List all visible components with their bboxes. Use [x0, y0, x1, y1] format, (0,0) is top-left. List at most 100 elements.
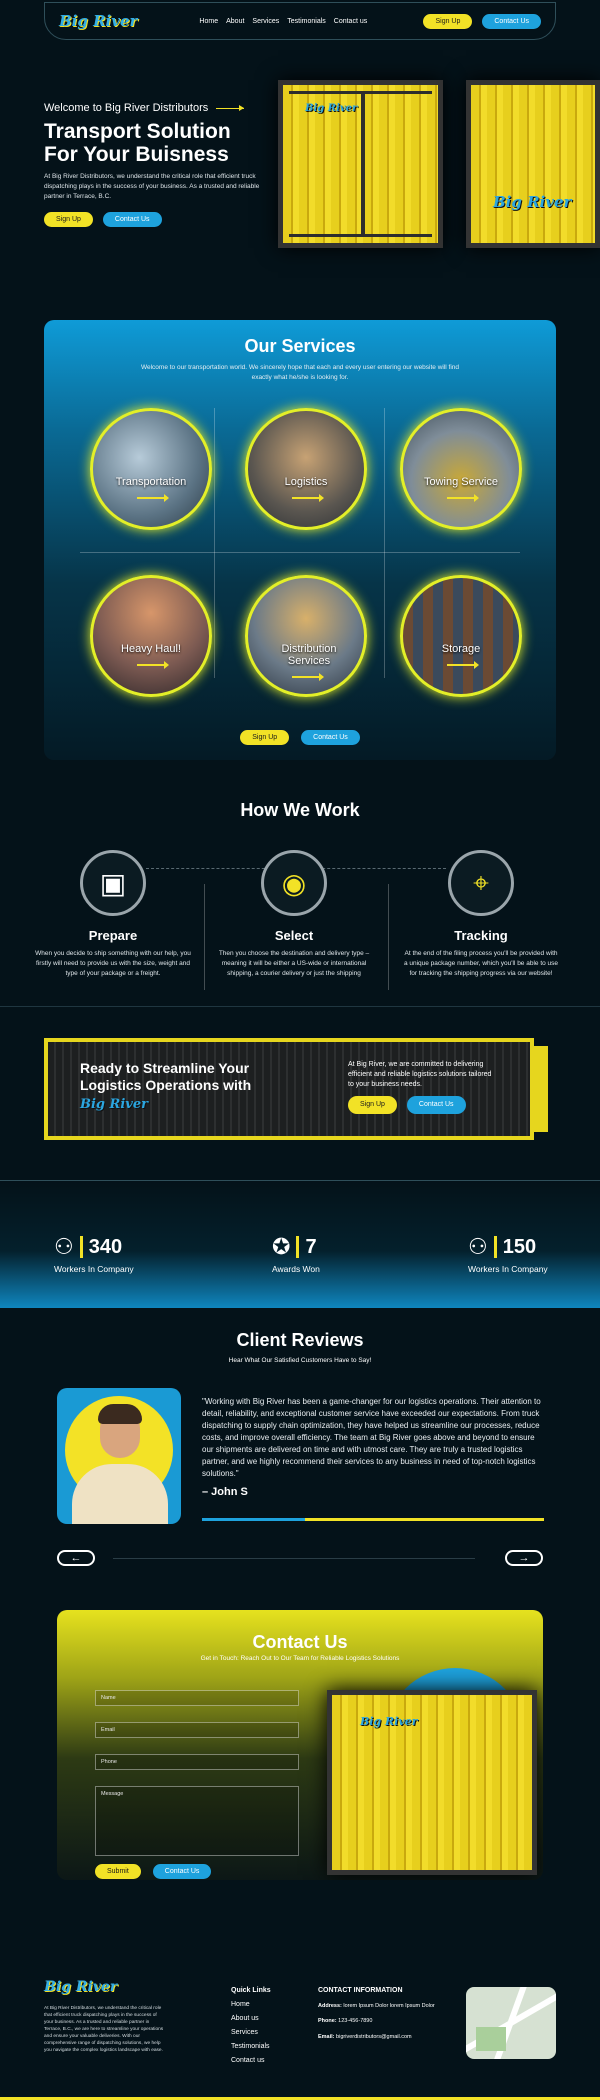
footer-link-services[interactable]: Services — [231, 2026, 271, 2040]
service-logistics[interactable]: Logistics — [245, 408, 367, 530]
phone-field[interactable]: Phone — [95, 1754, 299, 1770]
stat-awards: ✪ 7 Awards Won — [272, 1234, 320, 1274]
footer-link-contact[interactable]: Contact us — [231, 2054, 271, 2068]
stat-label: Awards Won — [272, 1264, 320, 1274]
reviews-section: Client Reviews Hear What Our Satisfied C… — [0, 1330, 600, 1566]
review-progress — [202, 1518, 544, 1521]
nav-contact-button[interactable]: Contact Us — [482, 13, 541, 29]
how-we-work-section: How We Work ▣ Prepare When you decide to… — [0, 800, 600, 990]
box-icon: ▣ — [80, 850, 146, 916]
hero-welcome-text: Welcome to Big River Distributors — [44, 102, 209, 114]
hero-title-line1: Transport Solution — [44, 120, 231, 143]
container-logo-2: Big River — [493, 193, 572, 211]
hero-signup-button[interactable]: Sign Up — [44, 212, 93, 227]
nav-link-services[interactable]: Services — [252, 18, 279, 25]
hero-welcome: Welcome to Big River Distributors — [44, 102, 264, 114]
services-cta: Sign Up Contact Us — [44, 730, 556, 745]
slider-track — [113, 1558, 475, 1559]
service-heavy-haul[interactable]: Heavy Haul! — [90, 575, 212, 697]
hero-contact-button[interactable]: Contact Us — [102, 212, 162, 227]
contact-section: Contact Us Get in Touch: Reach Out to Ou… — [57, 1610, 543, 1880]
stat-workers: ⚇ 340 Workers In Company — [54, 1234, 134, 1274]
contact-info-title: CONTACT INFORMATION — [318, 1987, 403, 1994]
message-field[interactable]: Message — [95, 1786, 299, 1856]
banner-desc: At Big River, we are committed to delive… — [348, 1060, 498, 1114]
email-label: Email: — [318, 2034, 335, 2040]
reviews-title: Client Reviews — [236, 1330, 364, 1350]
stat-value: 7 — [305, 1235, 317, 1258]
nav-signup-button[interactable]: Sign Up — [423, 13, 473, 29]
phone-value: 123-456-7890 — [338, 2018, 373, 2024]
services-contact-button[interactable]: Contact Us — [301, 730, 360, 745]
service-towing[interactable]: Towing Service — [400, 408, 522, 530]
review-author: – John S — [202, 1486, 248, 1498]
map[interactable] — [466, 1987, 556, 2059]
next-arrow-icon[interactable]: → — [505, 1550, 543, 1566]
footer-link-home[interactable]: Home — [231, 1998, 271, 2012]
step-text: At the end of the filing process you'll … — [403, 950, 559, 977]
email-field[interactable]: Email — [95, 1722, 299, 1738]
arrow-right-icon — [137, 494, 169, 502]
nav-links: Home About Services Testimonials Contact… — [199, 18, 367, 25]
arrow-right-icon — [137, 661, 169, 669]
banner-signup-button[interactable]: Sign Up — [348, 1096, 397, 1114]
hero-title: Transport Solution For Your Buisness — [44, 120, 264, 166]
step-text: Then you choose the destination and deli… — [218, 950, 370, 977]
footer-link-about[interactable]: About us — [231, 2012, 271, 2026]
step-tracking: ⌖ Tracking At the end of the filing proc… — [396, 850, 566, 979]
divider — [384, 408, 385, 678]
stat-label: Workers In Company — [468, 1264, 548, 1274]
footer-link-testimonials[interactable]: Testimonials — [231, 2040, 271, 2054]
tracking-target-icon: ⌖ — [448, 850, 514, 916]
brand-logo[interactable]: Big River — [59, 12, 137, 30]
banner-contact-button[interactable]: Contact Us — [406, 1096, 466, 1114]
service-storage[interactable]: Storage — [400, 575, 522, 697]
service-label: Transportation — [115, 475, 187, 488]
container-logo: Big River — [305, 103, 358, 114]
email-value[interactable]: bigriverdistributors@gmail.com — [336, 2034, 412, 2040]
location-pin-icon: ◉ — [261, 850, 327, 916]
arrow-right-icon — [292, 494, 324, 502]
step-title: Select — [274, 928, 314, 943]
step-title: Prepare — [88, 928, 138, 943]
divider — [204, 884, 205, 990]
service-label: Heavy Haul! — [121, 642, 181, 655]
stat-label: Workers In Company — [54, 1264, 134, 1274]
cta-banner: Ready to Streamline Your Logistics Opera… — [44, 1038, 534, 1140]
quick-links: Quick Links Home About us Services Testi… — [231, 1987, 271, 2068]
service-transportation[interactable]: Transportation — [90, 408, 212, 530]
review-quote: "Working with Big River has been a game-… — [202, 1397, 541, 1478]
step-prepare: ▣ Prepare When you decide to ship someth… — [28, 850, 198, 979]
footer-logo[interactable]: Big River — [44, 1979, 117, 1995]
contact-container-image: Big River — [327, 1690, 537, 1875]
container-image: Big River — [278, 80, 443, 248]
stat-team: ⚇ 150 Workers In Company — [468, 1234, 548, 1274]
hero-title-line2: For Your Buisness — [44, 143, 229, 166]
nav-link-testimonials[interactable]: Testimonials — [287, 18, 326, 25]
stat-bar — [493, 1236, 497, 1258]
top-nav: Big River Home About Services Testimonia… — [44, 2, 556, 40]
divider — [388, 884, 389, 990]
submit-button[interactable]: Submit — [95, 1864, 141, 1879]
service-distribution[interactable]: Distribution Services — [245, 575, 367, 697]
divider — [214, 408, 215, 678]
services-subtitle: Welcome to our transportation world. We … — [140, 364, 460, 381]
nav-link-about[interactable]: About — [226, 18, 244, 25]
hero-description: At Big River Distributors, we understand… — [44, 173, 260, 200]
stats-section: ⚇ 340 Workers In Company ✪ 7 Awards Won … — [0, 1180, 600, 1308]
banner-description: At Big River, we are committed to delive… — [348, 1061, 492, 1088]
services-signup-button[interactable]: Sign Up — [240, 730, 290, 745]
nav-link-contact[interactable]: Contact us — [334, 18, 367, 25]
arrow-right-icon — [216, 104, 245, 111]
contact-us-button[interactable]: Contact Us — [152, 1864, 212, 1879]
nav-link-home[interactable]: Home — [199, 18, 218, 25]
service-label: Logistics — [284, 475, 328, 488]
prev-arrow-icon[interactable]: ← — [57, 1550, 95, 1566]
arrow-right-icon — [292, 673, 324, 681]
banner-logo: Big River — [80, 1097, 148, 1112]
service-label: Storage — [441, 642, 481, 655]
footer-description: At Big River Distributors, we understand… — [44, 2006, 164, 2053]
step-select: ◉ Select Then you choose the destination… — [209, 850, 379, 979]
reviews-subtitle: Hear What Our Satisfied Customers Have t… — [228, 1357, 372, 1364]
name-field[interactable]: Name — [95, 1690, 299, 1706]
